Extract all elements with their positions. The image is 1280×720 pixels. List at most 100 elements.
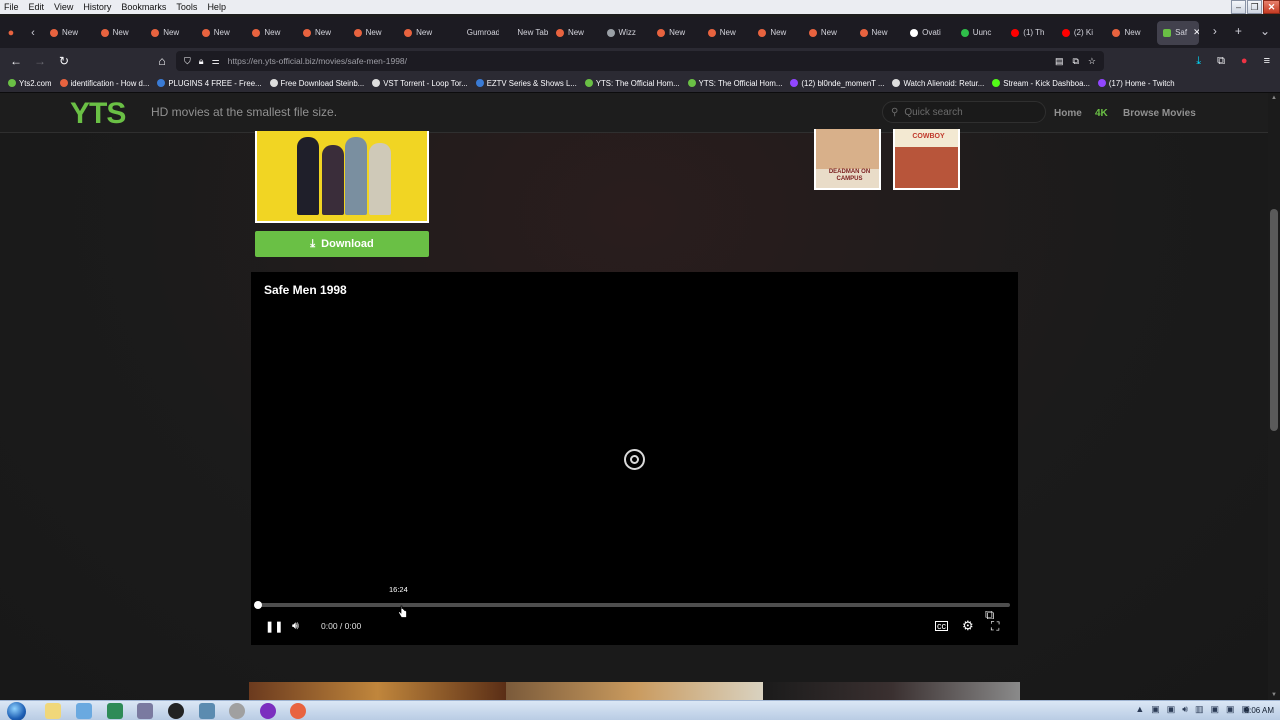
tray-icon[interactable]: ▣: [1210, 704, 1219, 715]
lock-icon[interactable]: 🔒︎: [199, 56, 204, 67]
explorer-icon[interactable]: [45, 703, 61, 719]
browser-tab[interactable]: New: [752, 21, 803, 45]
minimize-button[interactable]: –: [1231, 0, 1246, 14]
maximize-button[interactable]: ❐: [1247, 0, 1262, 14]
menu-tools[interactable]: Tools: [172, 2, 203, 12]
tab-scroll-right-icon[interactable]: ›: [1213, 24, 1217, 38]
menu-view[interactable]: View: [50, 2, 79, 12]
start-button[interactable]: [7, 702, 26, 720]
fullscreen-icon[interactable]: ⛶: [991, 617, 999, 635]
settings-gear-icon[interactable]: ⚙: [962, 617, 974, 635]
shield-icon[interactable]: ⛉: [184, 56, 191, 67]
browser-tab[interactable]: (2) Ki: [1056, 21, 1107, 45]
tray-icon[interactable]: ▣: [1167, 704, 1176, 715]
browser-tab[interactable]: Ovati: [904, 21, 955, 45]
volume-icon[interactable]: 🔊︎: [292, 617, 299, 635]
app-icon[interactable]: [137, 703, 153, 719]
seek-handle[interactable]: [254, 601, 262, 609]
movie-screenshot[interactable]: [763, 682, 1020, 700]
bookmark-item[interactable]: Free Download Steinb...: [269, 79, 364, 88]
browser-tab[interactable]: Uunc: [955, 21, 1006, 45]
pause-button[interactable]: ❚❚: [265, 617, 283, 635]
nav-home-link[interactable]: Home: [1054, 108, 1082, 119]
bookmark-item[interactable]: Watch Alienoid: Retur...: [892, 79, 984, 88]
movie-screenshot[interactable]: [249, 682, 506, 700]
browser-tab[interactable]: New: [398, 21, 449, 45]
home-icon[interactable]: ⌂: [150, 54, 174, 68]
browser-tab[interactable]: (1) Th: [1005, 21, 1056, 45]
bookmark-item[interactable]: VST Torrent - Loop Tor...: [372, 79, 468, 88]
bookmark-item[interactable]: (12) bl0nde_momenT ...: [790, 79, 884, 88]
video-player[interactable]: Safe Men 1998 ⧉ 16:24 ❚❚ 🔊︎ 0:00 / 0:00 …: [251, 272, 1018, 645]
similar-movie-2[interactable]: COWBOY: [893, 129, 960, 190]
obs-icon[interactable]: [168, 703, 184, 719]
menu-help[interactable]: Help: [203, 2, 232, 12]
tab-scroll-left-icon[interactable]: ‹: [22, 27, 44, 39]
permissions-icon[interactable]: ⚌: [212, 56, 220, 67]
browser-tab[interactable]: Gumroad: [449, 21, 500, 45]
bookmark-item[interactable]: identification - How d...: [59, 79, 149, 88]
bookmark-item[interactable]: Yts2.com: [8, 79, 52, 88]
page-scrollbar[interactable]: ▲ ▼: [1268, 93, 1280, 700]
tray-icon[interactable]: ▣: [1151, 704, 1160, 715]
app-icon[interactable]: [199, 703, 215, 719]
new-tab-icon[interactable]: +: [1235, 24, 1242, 38]
menu-icon[interactable]: ≡: [1264, 55, 1270, 68]
address-bar[interactable]: ⛉ 🔒︎ ⚌ https://en.yts-official.biz/movie…: [176, 51, 1104, 71]
list-all-tabs-icon[interactable]: ⌄: [1260, 24, 1270, 38]
close-window-button[interactable]: ✕: [1263, 0, 1280, 14]
bookmark-item[interactable]: EZTV Series & Shows L...: [475, 79, 577, 88]
browser-tab[interactable]: Wizz: [601, 21, 652, 45]
browser-tab[interactable]: New: [348, 21, 399, 45]
firefox-taskbar-icon[interactable]: [290, 703, 306, 719]
app-icon[interactable]: [229, 703, 245, 719]
browser-tab[interactable]: New: [196, 21, 247, 45]
menu-file[interactable]: File: [0, 2, 25, 12]
app-icon[interactable]: [107, 703, 123, 719]
browser-tab[interactable]: New: [550, 21, 601, 45]
tab-close-icon[interactable]: ✕: [1193, 27, 1199, 38]
scrollbar-thumb[interactable]: [1270, 209, 1278, 431]
yts-logo[interactable]: YTS: [70, 97, 126, 131]
browser-tab[interactable]: New Tab: [499, 21, 550, 45]
browser-tab[interactable]: New: [145, 21, 196, 45]
firefox-view-icon[interactable]: ●: [0, 27, 22, 39]
similar-movie-1[interactable]: DEADMAN ON CAMPUS: [814, 129, 881, 190]
url-text[interactable]: https://en.yts-official.biz/movies/safe-…: [228, 56, 407, 66]
menu-bookmarks[interactable]: Bookmarks: [117, 2, 172, 12]
back-icon[interactable]: ←: [4, 54, 28, 68]
volume-tray-icon[interactable]: 🔊︎: [1182, 704, 1188, 715]
bookmark-star-icon[interactable]: ☆: [1088, 56, 1096, 67]
menu-edit[interactable]: Edit: [25, 2, 51, 12]
movie-screenshot[interactable]: [506, 682, 763, 700]
menu-history[interactable]: History: [79, 2, 117, 12]
browser-tab[interactable]: New: [44, 21, 95, 45]
extensions-icon[interactable]: ⧉: [1217, 55, 1225, 68]
quick-search-input[interactable]: ⚲ Quick search: [882, 101, 1046, 123]
bookmark-item[interactable]: YTS: The Official Hom...: [687, 79, 782, 88]
nav-browse-movies-link[interactable]: Browse Movies: [1123, 108, 1196, 119]
browser-tab[interactable]: New: [95, 21, 146, 45]
captions-button[interactable]: cc: [935, 621, 948, 631]
tray-icon[interactable]: ▣: [1226, 704, 1235, 715]
browser-tab[interactable]: New: [651, 21, 702, 45]
tray-expand-icon[interactable]: ▲: [1135, 704, 1144, 715]
download-button[interactable]: ⤓ Download: [255, 231, 429, 257]
app-icon[interactable]: [260, 703, 276, 719]
browser-tab[interactable]: New: [702, 21, 753, 45]
network-tray-icon[interactable]: ▥: [1195, 704, 1204, 715]
bookmark-item[interactable]: YTS: The Official Hom...: [584, 79, 680, 88]
browser-tab[interactable]: New: [803, 21, 854, 45]
reload-icon[interactable]: ↻: [52, 54, 76, 68]
browser-tab[interactable]: New: [1106, 21, 1157, 45]
browser-tab[interactable]: New: [246, 21, 297, 45]
tab-active[interactable]: Saf ✕: [1157, 20, 1200, 45]
bookmark-item[interactable]: PLUGINS 4 FREE - Free...: [157, 79, 262, 88]
browser-tab[interactable]: New: [297, 21, 348, 45]
bookmark-item[interactable]: (17) Home - Twitch: [1097, 79, 1175, 88]
scroll-down-icon[interactable]: ▼: [1271, 692, 1277, 698]
downloads-icon[interactable]: ⤓: [1196, 55, 1201, 68]
browser-tab[interactable]: New: [854, 21, 905, 45]
nav-4k-link[interactable]: 4K: [1095, 108, 1108, 119]
scroll-up-icon[interactable]: ▲: [1271, 95, 1277, 101]
